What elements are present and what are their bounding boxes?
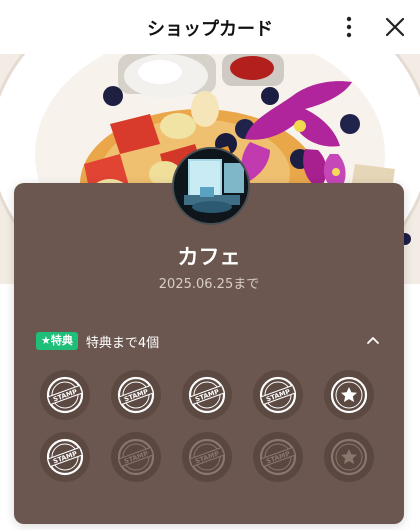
stamp-icon: STAMP <box>253 432 303 482</box>
top-bar: ショップカード <box>0 0 420 54</box>
stamp-icon: STAMP <box>111 370 161 420</box>
reward-stamp-icon <box>324 432 374 482</box>
perk-progress-text: 特典まで4個 <box>85 335 160 351</box>
stamp-icon: STAMP <box>111 432 161 482</box>
svg-text:STAMP: STAMP <box>123 387 149 403</box>
stamp-icon: STAMP <box>182 370 232 420</box>
svg-text:STAMP: STAMP <box>194 449 220 465</box>
shop-card: カフェ 2025.06.25まで ★特典 特典まで4個 STAMP STAMP ST… <box>14 147 404 524</box>
stamp-icon: STAMP <box>253 370 303 420</box>
svg-text:STAMP: STAMP <box>52 387 78 403</box>
more-vertical-icon[interactable] <box>334 12 364 42</box>
svg-text:STAMP: STAMP <box>123 449 149 465</box>
svg-text:STAMP: STAMP <box>52 449 78 465</box>
shop-name: カフェ <box>177 245 241 269</box>
perk-summary: ★特典 特典まで4個 <box>36 331 382 351</box>
reward-stamp-icon <box>324 370 374 420</box>
stamp-icon: STAMP <box>40 432 90 482</box>
close-icon[interactable] <box>380 12 410 42</box>
svg-text:STAMP: STAMP <box>265 449 291 465</box>
shop-avatar <box>172 147 250 225</box>
svg-text:STAMP: STAMP <box>265 387 291 403</box>
stamp-icon: STAMP <box>40 370 90 420</box>
perk-badge: ★特典 <box>36 332 78 350</box>
stamp-icon: STAMP <box>182 432 232 482</box>
svg-text:STAMP: STAMP <box>194 387 220 403</box>
expiry-date: 2025.06.25まで <box>158 277 260 292</box>
chevron-up-icon[interactable] <box>364 332 382 350</box>
